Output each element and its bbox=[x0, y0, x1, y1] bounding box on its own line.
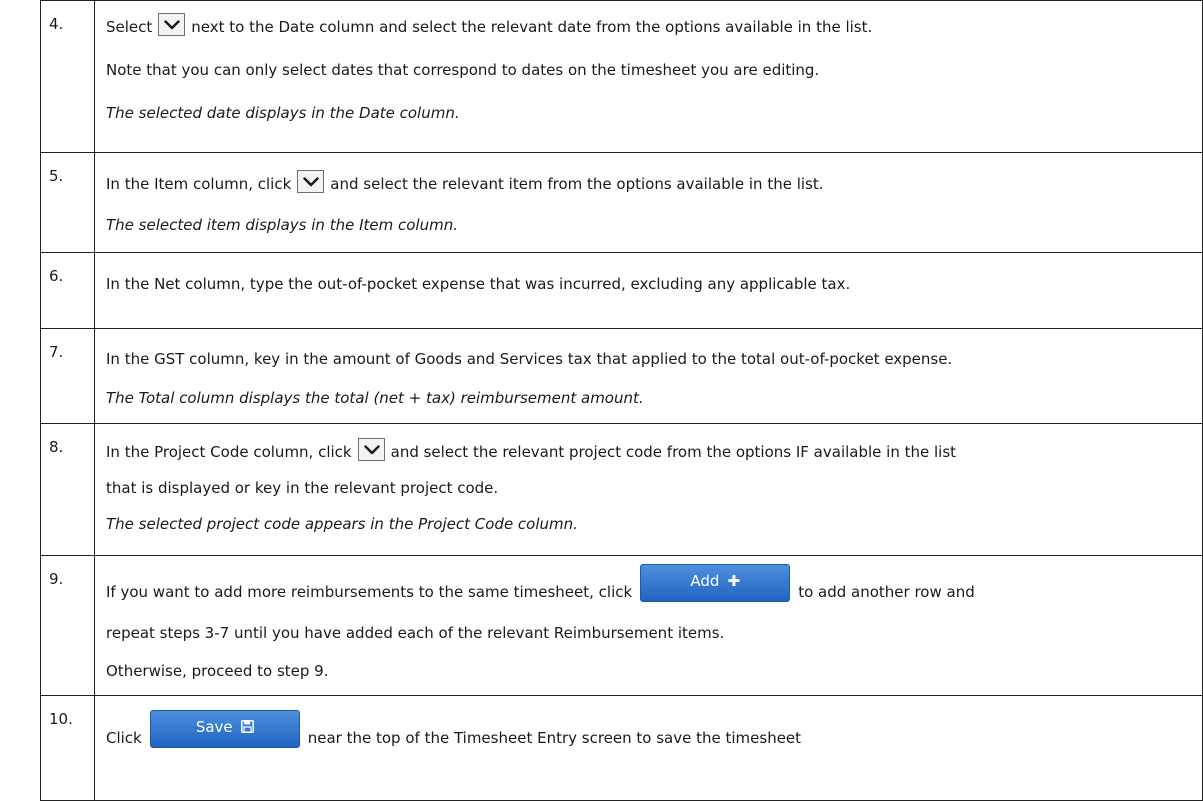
step-text: and select the relevant item from the op… bbox=[330, 175, 824, 193]
step-number: 9. bbox=[49, 570, 64, 588]
step-row-7: 7. In the GST column, key in the amount … bbox=[40, 328, 1203, 424]
step-text: In the Project Code column, click bbox=[106, 443, 352, 461]
step-number: 6. bbox=[49, 267, 64, 285]
save-button-label: Save bbox=[195, 718, 233, 736]
step-row-10: 10. Click Save near the top of the Timeshe… bbox=[40, 695, 1203, 801]
instructions-table: 4. Select next to the Date column and sel… bbox=[40, 0, 1203, 801]
step-text: In the GST column, key in the amount of … bbox=[106, 350, 953, 368]
step-result: The selected date displays in the Date c… bbox=[106, 104, 460, 122]
floppy-disk-icon bbox=[240, 718, 254, 736]
step-line: If you want to add more reimbursements t… bbox=[106, 564, 1202, 604]
step-text: to add another row and bbox=[798, 583, 975, 601]
plus-icon: ✚ bbox=[727, 572, 741, 590]
step-text: and select the relevant project code fro… bbox=[390, 443, 957, 461]
step-result: The selected project code appears in the… bbox=[106, 515, 578, 533]
save-button: Save bbox=[149, 710, 300, 748]
step-text: If you want to add more reimbursements t… bbox=[106, 583, 633, 601]
step-text: next to the Date column and select the r… bbox=[191, 18, 873, 36]
dropdown-button-icon bbox=[297, 170, 325, 193]
step-row-5: 5. In the Item column, click and select t… bbox=[40, 152, 1203, 253]
step-text: that is displayed or key in the relevant… bbox=[106, 479, 499, 497]
step-text: Click bbox=[106, 729, 142, 747]
dropdown-button-icon bbox=[158, 13, 186, 36]
step-content-cell: In the Project Code column, click and sel… bbox=[94, 423, 1203, 556]
step-number: 4. bbox=[49, 15, 64, 33]
step-text: In the Net column, type the out-of-pocke… bbox=[106, 275, 851, 293]
step-line: Select next to the Date column and select… bbox=[106, 13, 1202, 39]
step-text: In the Item column, click bbox=[106, 175, 292, 193]
step-number-cell: 6. bbox=[40, 252, 95, 329]
step-text: Select bbox=[106, 18, 153, 36]
step-number: 10. bbox=[49, 710, 73, 728]
step-note: Note that you can only select dates that… bbox=[106, 61, 820, 79]
step-content-cell: In the GST column, key in the amount of … bbox=[94, 328, 1203, 424]
step-row-9: 9. If you want to add more reimbursement… bbox=[40, 555, 1203, 696]
step-number-cell: 7. bbox=[40, 328, 95, 424]
step-number: 7. bbox=[49, 343, 64, 361]
step-row-8: 8. In the Project Code column, click and … bbox=[40, 423, 1203, 556]
dropdown-button-icon bbox=[357, 438, 385, 461]
step-content-cell: In the Item column, click and select the … bbox=[94, 152, 1203, 253]
step-result: The Total column displays the total (net… bbox=[106, 389, 644, 407]
step-content-cell: In the Net column, type the out-of-pocke… bbox=[94, 252, 1203, 329]
step-number-cell: 8. bbox=[40, 423, 95, 556]
step-number: 5. bbox=[49, 167, 64, 185]
step-number-cell: 9. bbox=[40, 555, 95, 696]
add-button: Add ✚ bbox=[640, 564, 791, 602]
step-line: In the Project Code column, click and sel… bbox=[106, 438, 1202, 464]
step-content-cell: If you want to add more reimbursements t… bbox=[94, 555, 1203, 696]
step-row-4: 4. Select next to the Date column and sel… bbox=[40, 0, 1203, 153]
step-result: The selected item displays in the Item c… bbox=[106, 216, 458, 234]
step-text: Otherwise, proceed to step 9. bbox=[106, 662, 329, 680]
step-number-cell: 5. bbox=[40, 152, 95, 253]
step-content-cell: Click Save near the top of the Timesheet E… bbox=[94, 695, 1203, 801]
step-text: near the top of the Timesheet Entry scre… bbox=[307, 729, 802, 747]
step-line: In the Item column, click and select the … bbox=[106, 170, 1202, 196]
step-number-cell: 10. bbox=[40, 695, 95, 801]
step-line: Click Save near the top of the Timesheet E… bbox=[106, 710, 1202, 750]
step-number: 8. bbox=[49, 438, 64, 456]
add-button-label: Add bbox=[690, 572, 720, 590]
step-row-6: 6. In the Net column, type the out-of-po… bbox=[40, 252, 1203, 329]
step-number-cell: 4. bbox=[40, 0, 95, 153]
step-content-cell: Select next to the Date column and select… bbox=[94, 0, 1203, 153]
step-text: repeat steps 3-7 until you have added ea… bbox=[106, 624, 725, 642]
